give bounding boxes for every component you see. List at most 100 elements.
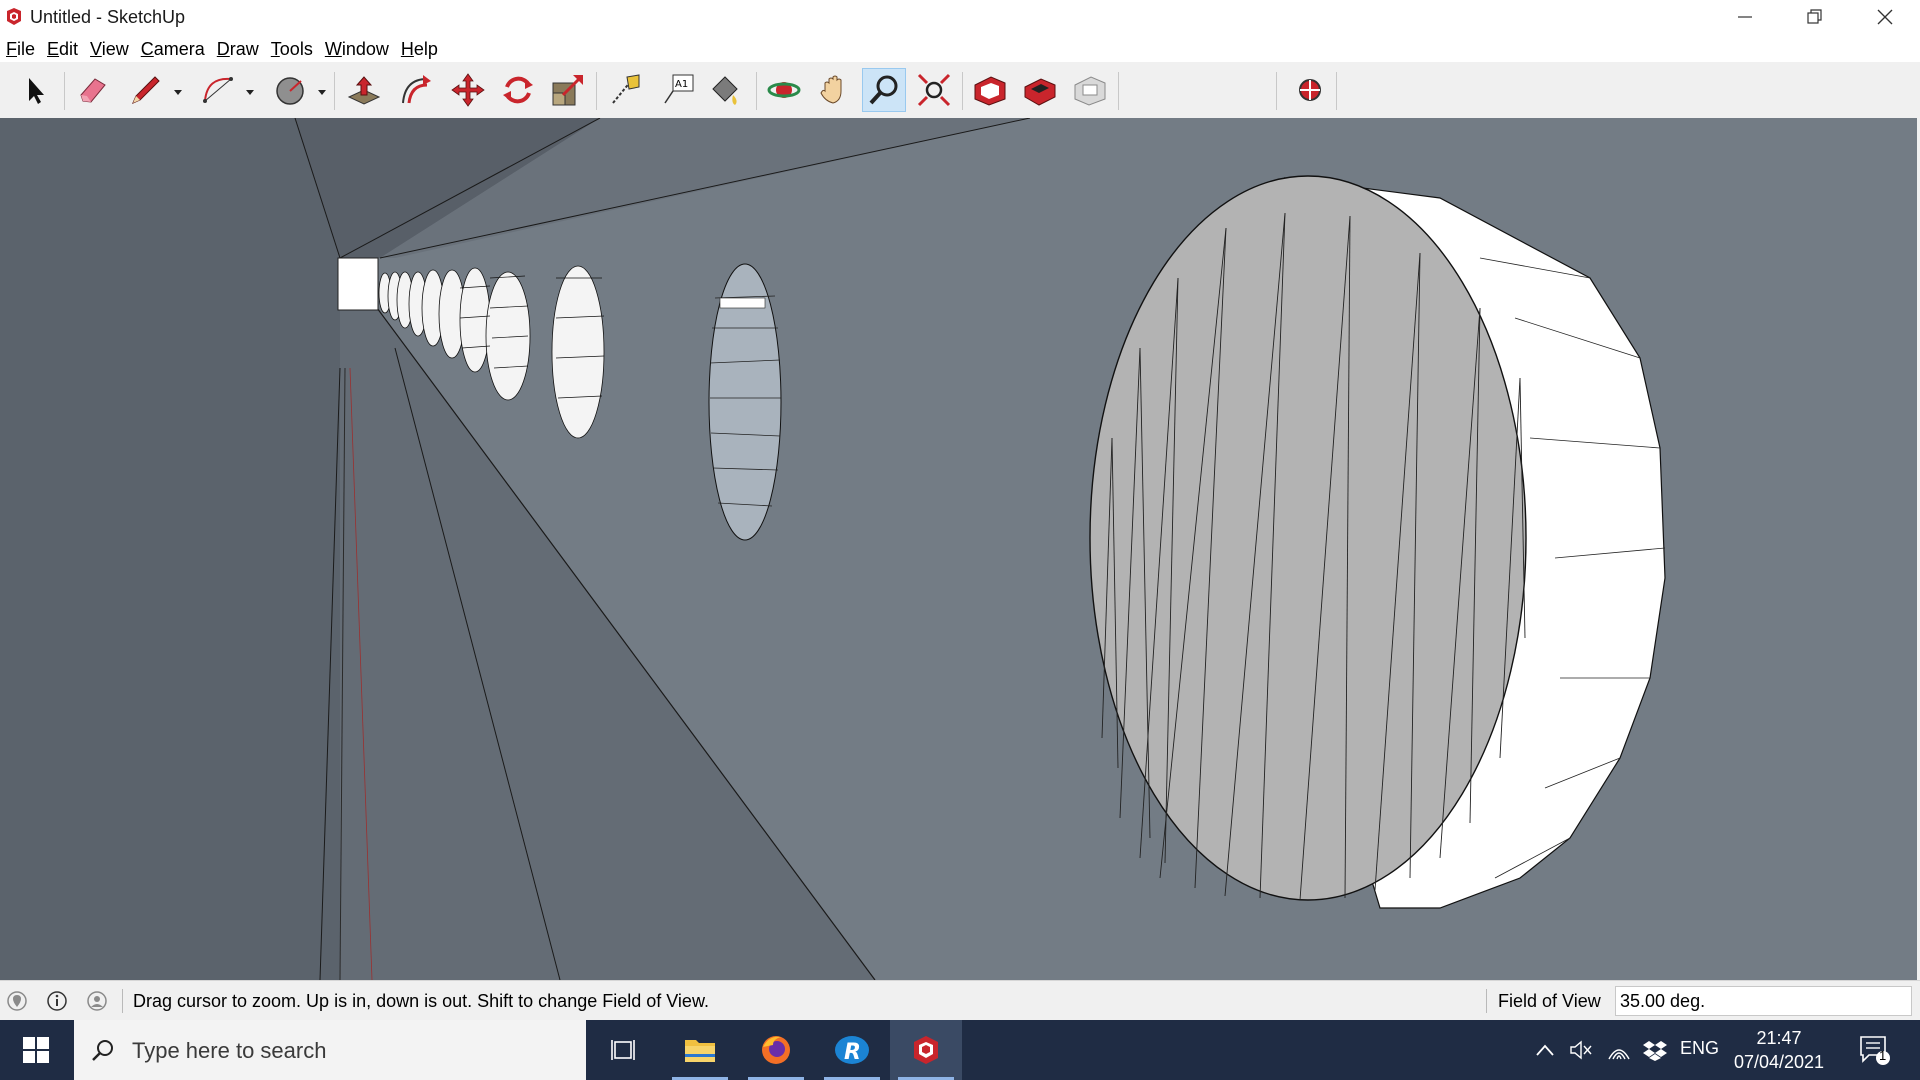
push-pull-icon <box>347 76 381 105</box>
field-of-view-label: Field of View <box>1498 991 1601 1011</box>
taskbar-file-explorer[interactable] <box>664 1020 736 1080</box>
taskbar-sketchup[interactable] <box>890 1020 962 1080</box>
scale-tool-button[interactable] <box>546 68 590 112</box>
eraser-tool-button[interactable] <box>70 68 114 112</box>
chevron-up-icon <box>1536 1044 1554 1056</box>
windows-taskbar: Type here to search R ENG 21:47 07/04/20… <box>0 1020 1920 1080</box>
title-bar: Untitled - SketchUp <box>0 0 1920 34</box>
window-title: Untitled - SketchUp <box>30 7 186 27</box>
zoom-extents-icon <box>917 73 951 107</box>
windows-logo-icon <box>23 1037 49 1063</box>
arc-tool-button[interactable] <box>196 68 240 112</box>
notification-count-badge: 1 <box>1879 1048 1887 1063</box>
menu-view[interactable]: View <box>84 36 135 62</box>
user-account-icon[interactable] <box>86 990 108 1012</box>
clock-time: 21:47 <box>1756 1028 1802 1048</box>
text-tool-button[interactable]: A1 <box>656 68 700 112</box>
status-hint-text: Drag cursor to zoom. Up is in, down is o… <box>133 991 709 1011</box>
toolbar: A1 <box>0 62 1920 119</box>
hand-icon <box>820 75 842 104</box>
geolocation-icon[interactable] <box>6 990 28 1012</box>
start-button[interactable] <box>0 1020 72 1080</box>
r-app-icon: R <box>835 1036 869 1065</box>
speaker-muted-icon <box>1570 1040 1592 1060</box>
taskbar-clock[interactable]: 21:47 07/04/2021 <box>1724 1026 1834 1074</box>
menu-edit[interactable]: Edit <box>41 36 84 62</box>
close-button[interactable] <box>1850 0 1920 34</box>
svg-text:A1: A1 <box>675 79 688 90</box>
dropbox-button[interactable] <box>1640 1020 1670 1080</box>
taskbar-search[interactable]: Type here to search <box>74 1020 586 1080</box>
move-tool-button[interactable] <box>446 68 490 112</box>
search-icon <box>92 1040 113 1061</box>
3d-warehouse-button[interactable] <box>968 68 1012 112</box>
layout-icon <box>1074 76 1106 106</box>
search-placeholder: Type here to search <box>132 1038 327 1063</box>
text-label-icon: A1 <box>664 74 694 104</box>
firefox-icon <box>762 1036 790 1064</box>
wifi-icon <box>1608 1049 1630 1060</box>
shapes-tool-button[interactable] <box>268 68 312 112</box>
drawing-viewport[interactable] <box>0 118 1920 980</box>
select-tool-button[interactable] <box>12 68 56 112</box>
zoom-extents-tool-button[interactable] <box>912 68 956 112</box>
arc-icon <box>203 77 233 103</box>
menu-draw[interactable]: Draw <box>211 36 265 62</box>
task-view-button[interactable] <box>588 1020 660 1080</box>
line-tool-button[interactable] <box>124 68 168 112</box>
chevron-down-icon[interactable] <box>172 86 184 98</box>
menu-tools[interactable]: Tools <box>265 36 319 62</box>
rotate-icon <box>503 76 533 104</box>
paint-bucket-icon <box>712 76 738 105</box>
offset-tool-button[interactable] <box>394 68 438 112</box>
menu-bar: File Edit View Camera Draw Tools Window … <box>0 36 1920 62</box>
magnifier-icon <box>869 75 898 105</box>
menu-help[interactable]: Help <box>395 36 444 62</box>
dropbox-icon <box>1643 1041 1667 1061</box>
taskbar-app-r[interactable]: R <box>816 1020 888 1080</box>
menu-camera[interactable]: Camera <box>135 36 211 62</box>
globe-icon <box>1299 79 1321 101</box>
tape-measure-tool-button[interactable] <box>604 68 648 112</box>
svg-text:R: R <box>844 1040 861 1065</box>
restore-button[interactable] <box>1780 0 1850 34</box>
pencil-icon <box>132 76 160 104</box>
restore-icon <box>1807 9 1822 24</box>
minimize-button[interactable] <box>1710 0 1780 34</box>
action-center-button[interactable]: 1 <box>1852 1020 1896 1080</box>
taskbar-firefox[interactable] <box>740 1020 812 1080</box>
paint-bucket-tool-button[interactable] <box>702 68 746 112</box>
sketchup-icon <box>914 1036 938 1064</box>
select-arrow-icon <box>29 78 44 104</box>
push-pull-tool-button[interactable] <box>342 68 386 112</box>
field-of-view-input[interactable]: 35.00 deg. <box>1615 986 1912 1016</box>
sketchup-app-icon <box>7 8 21 25</box>
credits-info-icon[interactable] <box>46 990 68 1012</box>
input-language[interactable]: ENG <box>1680 1038 1719 1059</box>
show-hidden-icons-button[interactable] <box>1530 1020 1560 1080</box>
layout-button[interactable] <box>1068 68 1112 112</box>
move-arrows-icon <box>451 73 485 107</box>
model-canvas[interactable] <box>0 118 1920 980</box>
scale-icon <box>552 75 583 106</box>
network-button[interactable] <box>1604 1020 1634 1080</box>
folder-icon <box>685 1040 715 1062</box>
rotate-tool-button[interactable] <box>496 68 540 112</box>
3d-warehouse-icon <box>974 76 1006 106</box>
clock-date: 07/04/2021 <box>1733 1052 1825 1072</box>
extension-warehouse-button[interactable] <box>1018 68 1062 112</box>
orbit-icon <box>767 82 801 98</box>
zoom-tool-button[interactable] <box>862 68 906 112</box>
orbit-tool-button[interactable] <box>762 68 806 112</box>
minimize-icon <box>1738 16 1752 18</box>
eraser-icon <box>80 78 106 103</box>
menu-file[interactable]: File <box>0 36 41 62</box>
menu-window[interactable]: Window <box>319 36 395 62</box>
task-view-icon <box>611 1040 635 1060</box>
volume-button[interactable] <box>1566 1020 1596 1080</box>
extension-warehouse-icon <box>1024 78 1056 106</box>
chevron-down-icon[interactable] <box>316 86 328 98</box>
extension-manager-button[interactable] <box>1288 68 1332 112</box>
pan-tool-button[interactable] <box>812 68 856 112</box>
chevron-down-icon[interactable] <box>244 86 256 98</box>
